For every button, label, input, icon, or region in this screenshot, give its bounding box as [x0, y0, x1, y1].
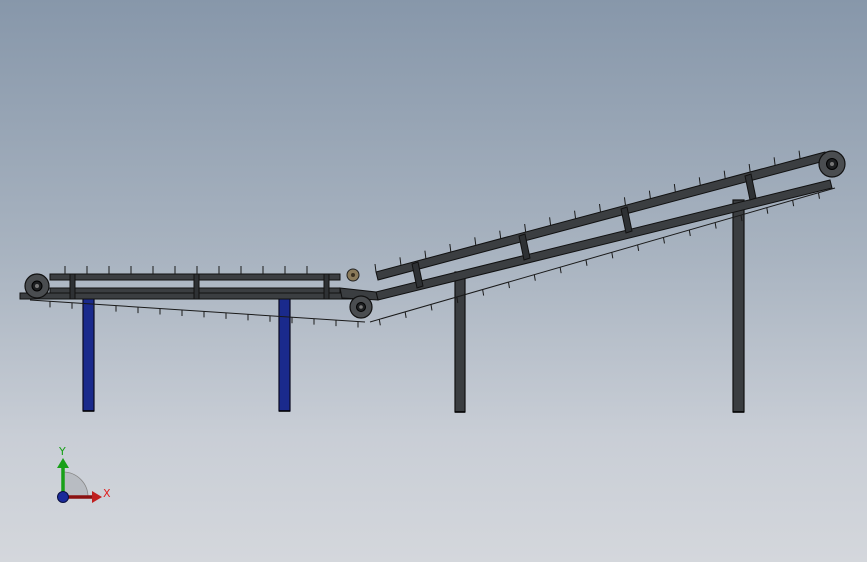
belt-flight [773, 157, 776, 166]
belt-flight [798, 150, 801, 159]
belt-flights [49, 150, 820, 328]
belt-flight [817, 192, 820, 199]
leg-incline-1[interactable] [454, 271, 466, 413]
belt-flight [482, 289, 485, 296]
y-axis-label: Y [58, 445, 66, 458]
snub-roller[interactable] [349, 295, 373, 319]
belt-flight [662, 237, 665, 244]
leg-front-1[interactable] [82, 297, 95, 412]
belt-flight [623, 197, 626, 206]
belt-flight [424, 250, 427, 259]
conveyor-model-view[interactable]: Y X [0, 0, 867, 562]
belt-flight [524, 223, 527, 233]
belt-flight [611, 252, 614, 259]
belt-flight [430, 304, 433, 311]
idler-roller-small[interactable] [346, 268, 360, 282]
belt-flight [723, 170, 726, 179]
belt-flight [648, 190, 651, 199]
belt-flight [585, 259, 588, 266]
belt-flight [792, 200, 795, 207]
belt-flight [507, 282, 510, 289]
incline-top-rail[interactable] [375, 151, 829, 281]
coordinate-triad: Y X [57, 445, 111, 503]
belt-flight [766, 207, 769, 214]
cad-viewport[interactable]: Y X [0, 0, 867, 562]
head-roller[interactable] [818, 150, 846, 178]
belt-flight [474, 237, 477, 246]
z-axis-dot [57, 491, 69, 503]
belt-flight [378, 319, 381, 326]
leg-incline-2[interactable] [732, 199, 745, 413]
belt-flight [673, 183, 676, 193]
belt-flight [559, 267, 562, 274]
incline-bottom-rail[interactable] [375, 179, 833, 301]
belt-flight [688, 229, 691, 237]
belt-flight [549, 217, 552, 226]
x-axis-label: X [103, 487, 111, 500]
belt-flight [399, 257, 402, 266]
horizontal-conveyor-section[interactable] [19, 273, 376, 323]
inclined-conveyor-section[interactable] [339, 151, 836, 323]
leg-front-2[interactable] [278, 297, 291, 412]
belt-flight [404, 311, 407, 318]
belt-flight [533, 274, 536, 281]
belt-flight [698, 177, 701, 186]
belt-flight [374, 263, 377, 273]
belt-flight [714, 222, 717, 229]
belt-flight [499, 230, 502, 239]
belt-flight [637, 244, 640, 251]
belt-flight [599, 203, 601, 213]
belt-flight [449, 243, 452, 253]
belt-flight [574, 210, 577, 219]
belt-flight [748, 163, 751, 173]
drive-roller-tail[interactable] [24, 273, 50, 299]
